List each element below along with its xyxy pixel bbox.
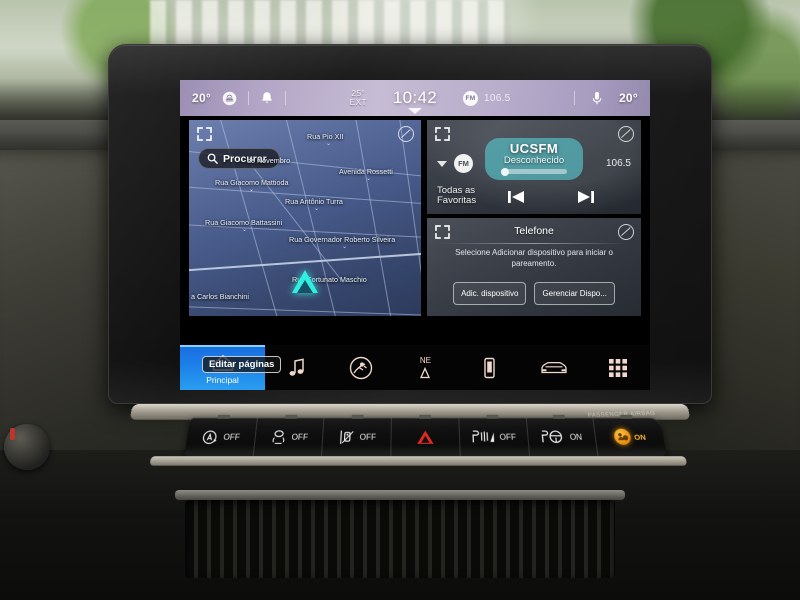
exterior-temperature: 25° EXT [349,89,366,107]
map-street-label: a Carlos Bianchini [191,292,249,301]
nav-item-climate[interactable] [329,345,393,390]
parking-sensor-icon [338,428,356,445]
park-steering-button[interactable]: ON [526,417,599,457]
radio-tuning-slider[interactable] [501,167,567,176]
phone-widget-title: Telefone [514,225,554,237]
nav-label-principal: Principal [206,374,239,385]
park-assist-state: OFF [499,432,517,442]
climate-defrost-icon [350,356,373,379]
traction-control-button[interactable]: OFF [253,417,325,457]
map-street-tick: ⌄ [242,227,248,233]
vehicle-icon [541,361,567,373]
parking-sensor-state: OFF [359,432,377,442]
map-street-label: de Novembro [247,156,291,165]
P-steering-wheel-icon [540,429,566,445]
radio-band-selector[interactable]: FM [437,154,473,173]
search-icon [207,153,218,164]
map-street-tick: ⌄ [249,187,255,193]
radio-frequency-status: 106.5 [483,92,511,104]
passenger-temperature[interactable]: 20° [619,91,638,105]
auto-start-stop-button[interactable]: OFF [184,417,258,457]
map-widget[interactable]: Procurar Rua Pio XII ⌄ de Novembro Avenida … [189,120,421,316]
exterior-temp-label: EXT [349,97,367,107]
manage-devices-button[interactable]: Gerenciar Dispo... [534,282,615,305]
radio-widget[interactable]: UCSFM Desconhecido FM 106.5 Todas as Fav… [427,120,641,214]
map-street-tick: ⌄ [314,206,320,212]
dashboard-knob[interactable] [4,424,50,470]
radio-station-name: UCSFM [509,141,559,156]
compass-icon [420,367,431,379]
airbag-warning-icon [612,428,632,445]
add-device-button[interactable]: Adic. dispositivo [453,282,527,305]
radio-band-badge: FM [454,154,473,173]
radio-expand-icon[interactable] [435,127,450,141]
edit-pages-button[interactable]: Editar páginas [202,356,282,373]
map-expand-icon[interactable] [197,127,212,141]
auto-start-stop-state: OFF [222,432,241,442]
clock-value: 10:42 [392,88,437,107]
vehicle-position-arrow [292,270,318,293]
map-street-tick: ⌄ [366,176,372,182]
air-vent-grille [185,500,615,578]
heated-seat-icon[interactable] [222,91,237,106]
airbag-state: ON [633,432,647,442]
nav-item-vehicle[interactable] [522,345,586,390]
vent-chrome-edge [175,490,625,500]
map-edit-icon[interactable] [398,126,414,142]
button-strip-face: OFF OFF OFF OFF ON ON [184,417,667,457]
nav-item-compass[interactable]: NE [393,345,457,390]
radio-frequency: 106.5 [605,158,631,169]
music-note-icon [289,357,304,376]
status-bar: 20° 25° EXT 10:42 FM 106.5 20° [180,80,650,116]
apps-grid-icon [608,358,627,377]
park-assist-button[interactable]: OFF [459,417,530,457]
radio-track-name: Desconhecido [503,155,565,166]
phone-pairing-message: Selecione Adicionar dispositivo para ini… [455,248,613,268]
clock: 10:42 [392,88,437,114]
radio-station-box[interactable]: UCSFM Desconhecido [485,138,583,180]
radio-edit-icon[interactable] [618,126,634,142]
parking-sensor-button[interactable]: OFF [322,417,393,457]
status-divider [248,91,250,105]
next-track-icon[interactable] [575,188,597,206]
chevron-down-icon[interactable] [437,160,447,167]
radio-favorites-label[interactable]: Todas as Favoritas [437,185,477,207]
head-unit-bezel: 20° 25° EXT 10:42 FM 106.5 20° Procurar … [108,44,712,404]
park-steering-state: ON [569,432,583,442]
traction-control-state: OFF [291,432,309,442]
nav-item-phone[interactable] [458,345,522,390]
map-street-tick: ⌄ [342,244,348,250]
driver-temperature[interactable]: 20° [192,91,211,105]
chevron-down-icon[interactable] [407,108,422,114]
previous-track-icon[interactable] [505,188,527,206]
physical-button-strip: PASSENGER AIRBAG OFF OFF OFF OFF ON ON [120,404,700,467]
passenger-airbag-indicator[interactable]: ON [594,418,667,456]
radio-status[interactable]: FM 106.5 [462,90,511,106]
infotainment-screen[interactable]: 20° 25° EXT 10:42 FM 106.5 20° Procurar … [180,80,650,390]
fm-badge: FM [462,90,478,106]
A-circle-arrow-icon [201,428,221,445]
phone-divider [441,243,627,244]
hazard-triangle-icon [417,430,434,444]
favorites-line-2: Favoritas [437,194,477,206]
map-street-tick: ⌄ [326,141,332,147]
widget-area: Procurar Rua Pio XII ⌄ de Novembro Avenida … [180,116,650,354]
chrome-trim-bottom [149,456,688,466]
P-sensor-icon [471,429,496,445]
microphone-icon[interactable] [591,91,603,106]
car-skid-icon [269,428,288,445]
status-divider-2 [285,91,287,105]
notification-bell-icon[interactable] [260,91,274,106]
phone-widget[interactable]: Telefone Selecione Adicionar dispositivo… [427,218,641,316]
compass-heading: NE [419,355,431,365]
hazard-lights-button[interactable] [391,417,461,457]
nav-item-apps[interactable] [586,345,650,390]
status-divider-3 [573,91,575,105]
phone-icon [484,357,495,378]
